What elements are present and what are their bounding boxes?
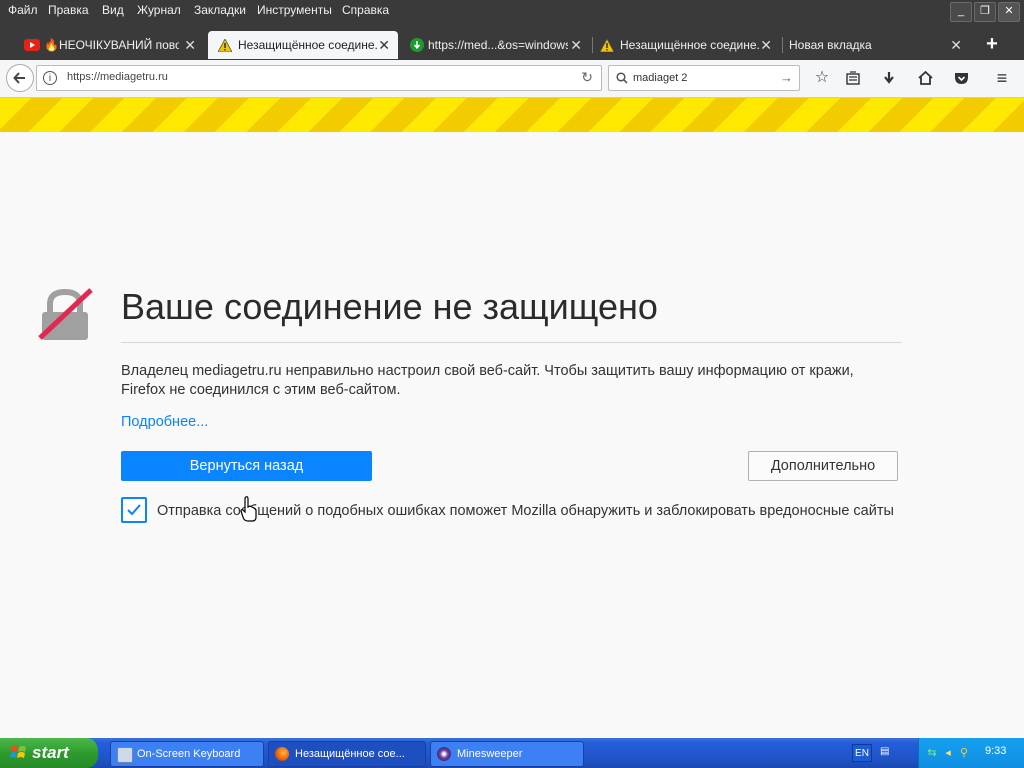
- go-back-button[interactable]: Вернуться назад: [121, 451, 372, 481]
- start-button[interactable]: start: [0, 738, 98, 768]
- url-bar[interactable]: i https://mediagetru.ru ↻: [36, 65, 602, 91]
- bookmark-star-icon[interactable]: ☆: [812, 68, 832, 88]
- menu-bookmarks[interactable]: Закладки: [194, 3, 246, 17]
- page-title: Ваше соединение не защищено: [121, 286, 658, 327]
- learn-more-link[interactable]: Подробнее...: [121, 414, 208, 430]
- pocket-shield-icon: [954, 73, 968, 84]
- menu-edit[interactable]: Правка: [48, 3, 89, 17]
- menubar: Файл Правка Вид Журнал Закладки Инструме…: [0, 0, 1024, 22]
- tab-label: Незащищённое соедине...: [620, 38, 760, 52]
- close-tab-icon[interactable]: ✕: [570, 37, 582, 54]
- url-text[interactable]: https://mediagetru.ru: [67, 71, 168, 83]
- error-description: Владелец mediagetru.ru неправильно настр…: [121, 363, 854, 398]
- task-firefox[interactable]: Незащищённое сое...: [268, 741, 426, 767]
- search-tray-icon[interactable]: ⚲: [957, 746, 971, 760]
- broken-lock-icon: [38, 288, 93, 340]
- navigation-toolbar: i https://mediagetru.ru ↻ madiaget 2 → ☆: [0, 60, 1024, 98]
- task-on-screen-keyboard[interactable]: On-Screen Keyboard: [110, 741, 264, 767]
- checkmark-icon: [127, 504, 141, 516]
- tab-separator: [782, 37, 783, 53]
- reading-list-icon[interactable]: [843, 68, 863, 88]
- menu-view[interactable]: Вид: [102, 3, 124, 17]
- search-input[interactable]: madiaget 2: [633, 72, 687, 84]
- back-button[interactable]: [6, 64, 34, 92]
- new-tab-button[interactable]: +: [978, 31, 1006, 57]
- home-icon[interactable]: [915, 68, 935, 88]
- back-arrow-icon: [13, 72, 25, 84]
- search-icon: [616, 72, 628, 84]
- network-icon[interactable]: ⇆: [925, 746, 939, 760]
- task-label: Minesweeper: [457, 748, 523, 760]
- search-go-icon[interactable]: →: [780, 70, 793, 85]
- site-info-icon[interactable]: i: [43, 71, 57, 85]
- system-tray: ⇆ ◂ ⚲ 9:33: [918, 738, 1024, 768]
- close-tab-icon[interactable]: ✕: [378, 37, 390, 54]
- pocket-icon[interactable]: [951, 68, 971, 88]
- house-icon: [917, 70, 933, 85]
- youtube-icon: [24, 39, 40, 51]
- clock: 9:33: [985, 745, 1007, 757]
- tab-active-insecure[interactable]: Незащищённое соедине... ✕: [208, 31, 398, 59]
- hand-cursor-icon: [240, 496, 257, 522]
- close-tab-icon[interactable]: ✕: [760, 37, 772, 54]
- language-bar-icon[interactable]: ▤: [880, 746, 889, 757]
- search-bar[interactable]: madiaget 2 →: [608, 65, 800, 91]
- tab-bar: 🔥НЕОЧІКУВАНИЙ повор... ✕ Незащищённое со…: [0, 29, 1024, 60]
- hamburger-menu-icon[interactable]: ≡: [992, 68, 1012, 88]
- menu-history[interactable]: Журнал: [137, 3, 181, 17]
- warning-stripe: [0, 98, 1024, 132]
- start-label: start: [32, 743, 69, 762]
- task-label: Незащищённое сое...: [295, 748, 405, 760]
- title-divider: [121, 342, 902, 343]
- reload-icon[interactable]: ↻: [581, 69, 593, 86]
- tab-label: Новая вкладка: [789, 38, 872, 52]
- tab-insecure-2[interactable]: Незащищённое соедине... ✕: [594, 31, 780, 59]
- volume-icon[interactable]: ◂: [941, 746, 955, 760]
- close-tab-icon[interactable]: ✕: [950, 37, 962, 54]
- minesweeper-icon: [437, 747, 451, 761]
- tab-label: 🔥НЕОЧІКУВАНИЙ повор...: [44, 38, 179, 52]
- library-icon: [846, 71, 860, 85]
- language-indicator[interactable]: EN: [852, 744, 872, 762]
- warning-icon: [218, 38, 232, 52]
- windows-logo-icon: [10, 746, 26, 758]
- task-minesweeper[interactable]: Minesweeper: [430, 741, 584, 767]
- menu-help[interactable]: Справка: [342, 3, 389, 17]
- download-arrow-icon: [884, 72, 894, 84]
- warning-icon: [600, 38, 614, 52]
- mediaget-icon: [410, 38, 424, 52]
- report-errors-checkbox[interactable]: [121, 497, 147, 523]
- downloads-icon[interactable]: [879, 68, 899, 88]
- firefox-icon: [275, 747, 289, 761]
- taskbar: start On-Screen Keyboard Незащищённое со…: [0, 738, 1024, 768]
- task-label: On-Screen Keyboard: [137, 748, 241, 760]
- menu-tools[interactable]: Инструменты: [257, 3, 332, 17]
- restore-button[interactable]: ❐: [974, 2, 996, 22]
- tab-label: Незащищённое соедине...: [238, 38, 378, 52]
- close-tab-icon[interactable]: ✕: [184, 37, 196, 54]
- close-window-button[interactable]: ✕: [998, 2, 1020, 22]
- menu-file[interactable]: Файл: [8, 3, 38, 17]
- window-controls: _ ❐ ✕: [950, 2, 1020, 22]
- tab-youtube[interactable]: 🔥НЕОЧІКУВАНИЙ повор... ✕: [18, 31, 204, 59]
- tab-label: https://med...&os=windows: [428, 38, 568, 52]
- minimize-button[interactable]: _: [950, 2, 972, 22]
- tab-mediaget[interactable]: https://med...&os=windows ✕: [402, 31, 590, 59]
- tab-separator: [592, 37, 593, 53]
- tab-new[interactable]: Новая вкладка ✕: [784, 31, 970, 59]
- advanced-button[interactable]: Дополнительно: [748, 451, 898, 481]
- keyboard-icon: [117, 747, 133, 763]
- report-errors-label: Отправка сообщений о подобных ошибках по…: [157, 503, 894, 519]
